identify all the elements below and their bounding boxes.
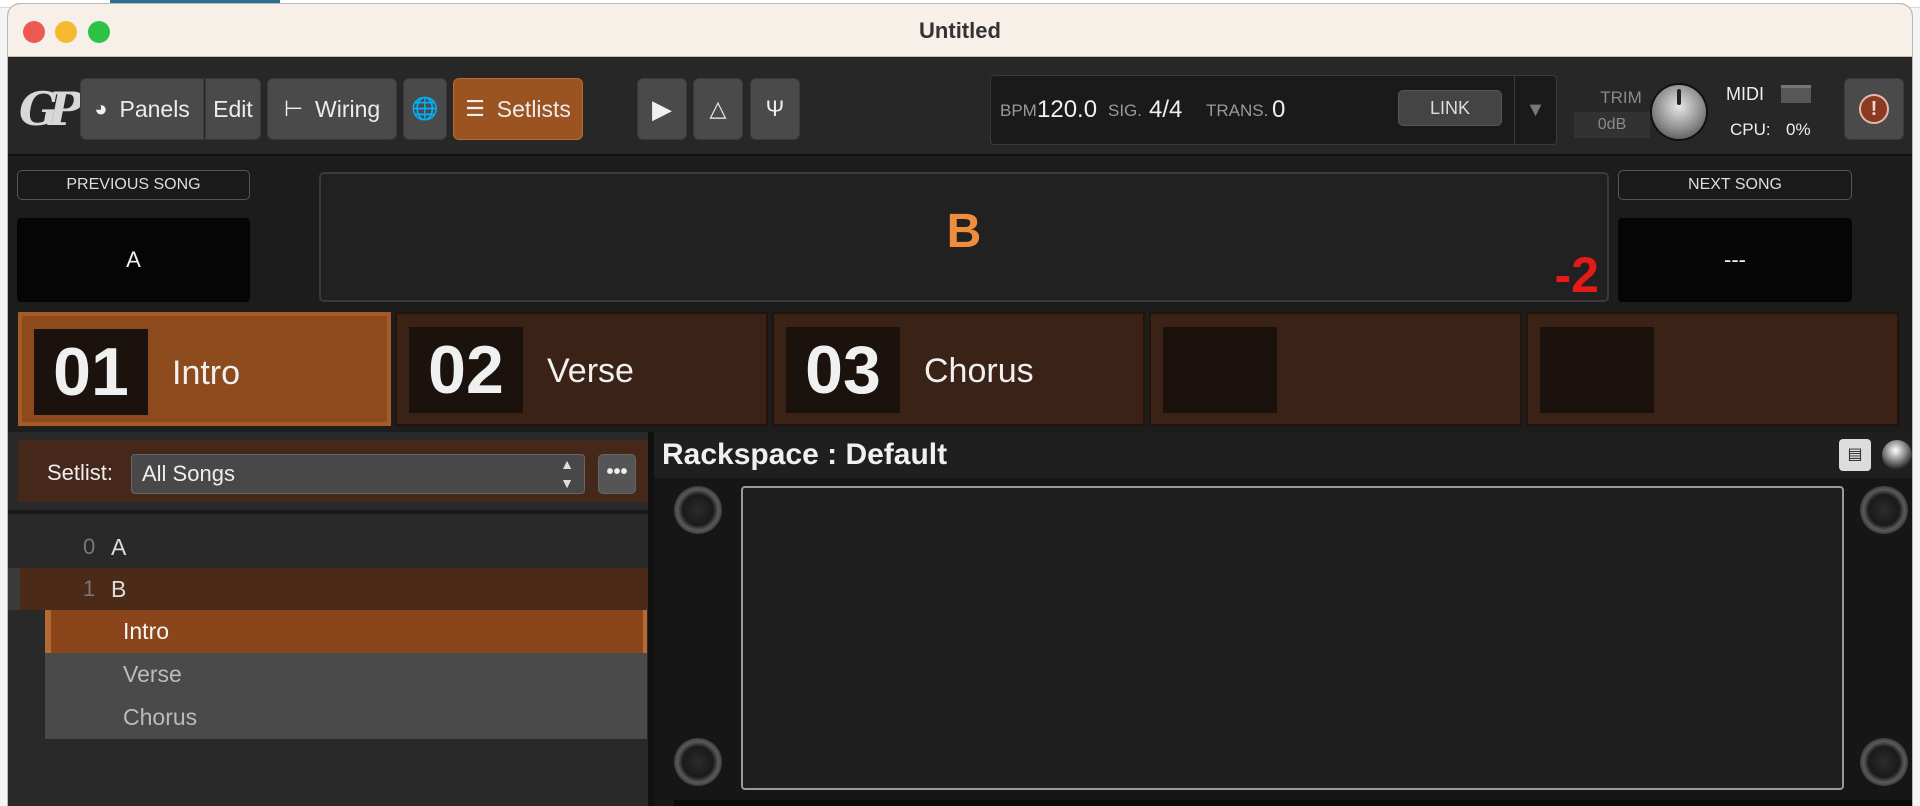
panels-label: Panels	[119, 95, 190, 122]
song-part-name: Verse	[123, 661, 182, 687]
part-number: 03	[786, 327, 900, 413]
trans-label: TRANS.	[1206, 101, 1269, 120]
play-button[interactable]: ▶	[637, 78, 687, 140]
warning-icon: !	[1859, 94, 1889, 124]
song-part-item[interactable]: Verse	[45, 653, 647, 696]
song-list-item[interactable]: 0 A	[8, 526, 648, 568]
part-number	[1540, 327, 1654, 413]
trim-value[interactable]: 0dB	[1574, 112, 1650, 138]
next-song-label: NEXT SONG	[1618, 170, 1852, 200]
window-title: Untitled	[919, 18, 1001, 43]
edit-label: Edit	[213, 95, 253, 122]
setlist-label: Setlist:	[47, 460, 114, 485]
setlists-label: Setlists	[496, 95, 571, 122]
metronome-button[interactable]: △	[693, 78, 743, 140]
trim-label: TRIM	[1600, 88, 1642, 107]
sig-value[interactable]: 4/4	[1149, 96, 1182, 124]
song-index: 1	[83, 576, 96, 601]
tuner-button[interactable]: Ψ	[750, 78, 800, 140]
metronome-icon: △	[709, 96, 727, 121]
save-icon[interactable]: ▤	[1839, 439, 1871, 471]
midi-label: MIDI	[1726, 84, 1764, 104]
trans-value[interactable]: 0	[1272, 96, 1285, 124]
part-label: Chorus	[924, 352, 1034, 390]
song-list-item-selected[interactable]: 1 B	[8, 568, 648, 610]
wiring-button[interactable]: ⊢ Wiring	[267, 78, 397, 140]
transport-panel: BPM 120.0 SIG. 4/4 TRANS. 0 LINK ▼	[990, 75, 1557, 145]
sig-label: SIG.	[1108, 101, 1143, 120]
song-part-item-selected[interactable]: Intro	[45, 610, 647, 653]
warning-button[interactable]: !	[1844, 78, 1904, 140]
song-name: A	[111, 534, 127, 560]
setlist-select[interactable]: All Songs ▲ ▼	[131, 454, 585, 494]
song-navigation-bar: PREVIOUS SONG A B -2 NEXT SONG ---	[8, 158, 1912, 304]
toolbar: GP ◕ Panels Edit ⊢ Wiring 🌐 ☰ Setlists ▶…	[8, 58, 1912, 156]
master-volume-knob[interactable]	[1652, 85, 1706, 139]
cpu-value: 0%	[1786, 120, 1811, 139]
link-button[interactable]: LINK	[1398, 90, 1502, 126]
song-part-name: Intro	[123, 618, 170, 644]
panels-button[interactable]: ◕ Panels	[80, 78, 204, 140]
list-icon: ☰	[465, 96, 485, 121]
part-button-2[interactable]: 02 Verse	[395, 312, 768, 426]
part-number	[1163, 327, 1277, 413]
rackspace-canvas[interactable]	[741, 486, 1844, 790]
wiring-icon: ⊢	[283, 96, 303, 121]
part-label: Intro	[172, 354, 241, 392]
setlists-button[interactable]: ☰ Setlists	[453, 78, 583, 140]
rack-screw-icon	[674, 738, 722, 786]
previous-song-label: PREVIOUS SONG	[17, 170, 250, 200]
rackspace-area	[654, 478, 1912, 806]
cpu-label: CPU:	[1730, 120, 1771, 139]
setlist-panel: Setlist: All Songs ▲ ▼ ••• 0 A 1 B Intro …	[8, 432, 655, 806]
gp-logo: GP	[19, 82, 83, 136]
bpm-value[interactable]: 120.0	[1037, 96, 1097, 124]
previous-song-button[interactable]: A	[17, 218, 250, 302]
rack-screw-icon	[1860, 486, 1908, 534]
rack-bottom-strip	[674, 800, 1912, 806]
rackspace-knob-icon[interactable]	[1882, 440, 1912, 470]
rackspace-title: Rackspace : Default	[662, 438, 948, 471]
setlist-selected-value: All Songs	[142, 461, 235, 486]
song-parts-bar: 01 Intro 02 Verse 03 Chorus	[18, 312, 1912, 428]
app-window: Untitled GP ◕ Panels Edit ⊢ Wiring 🌐 ☰ S…	[8, 4, 1912, 806]
song-index: 0	[83, 534, 96, 559]
part-label: Verse	[547, 352, 634, 390]
next-song-button[interactable]: ---	[1618, 218, 1852, 302]
transport-dropdown-arrow-icon[interactable]: ▼	[1514, 76, 1556, 144]
song-part-name: Chorus	[123, 704, 198, 730]
song-part-item[interactable]: Chorus	[45, 696, 647, 739]
wiring-label: Wiring	[315, 95, 381, 122]
edit-button[interactable]: Edit	[205, 78, 261, 140]
rack-screw-icon	[1860, 738, 1908, 786]
rackspace-panel: Rackspace : Default ▤	[654, 432, 1912, 806]
current-song-name: B	[946, 205, 982, 258]
part-button-5[interactable]	[1526, 312, 1899, 426]
play-icon: ▶	[652, 93, 672, 124]
part-button-4[interactable]	[1149, 312, 1522, 426]
tuning-fork-icon: Ψ	[765, 96, 785, 121]
transpose-indicator: -2	[1554, 247, 1599, 303]
globe-button[interactable]: 🌐	[403, 78, 447, 140]
select-arrows-icon: ▲ ▼	[560, 456, 574, 491]
song-name: B	[111, 576, 127, 602]
part-button-1[interactable]: 01 Intro	[18, 312, 391, 426]
part-number: 02	[409, 327, 523, 413]
rack-screw-icon	[674, 486, 722, 534]
current-song-display: B -2	[319, 172, 1609, 303]
part-number: 01	[34, 329, 148, 415]
setlist-header: Setlist: All Songs ▲ ▼ •••	[18, 440, 655, 502]
bpm-label: BPM	[1000, 101, 1037, 120]
globe-icon: 🌐	[411, 96, 439, 121]
panels-icon: ◕	[94, 96, 108, 121]
midi-activity-meter	[1781, 85, 1811, 103]
setlist-divider	[8, 510, 648, 514]
setlist-more-button[interactable]: •••	[598, 454, 636, 494]
part-button-3[interactable]: 03 Chorus	[772, 312, 1145, 426]
title-bar: Untitled	[8, 4, 1912, 57]
